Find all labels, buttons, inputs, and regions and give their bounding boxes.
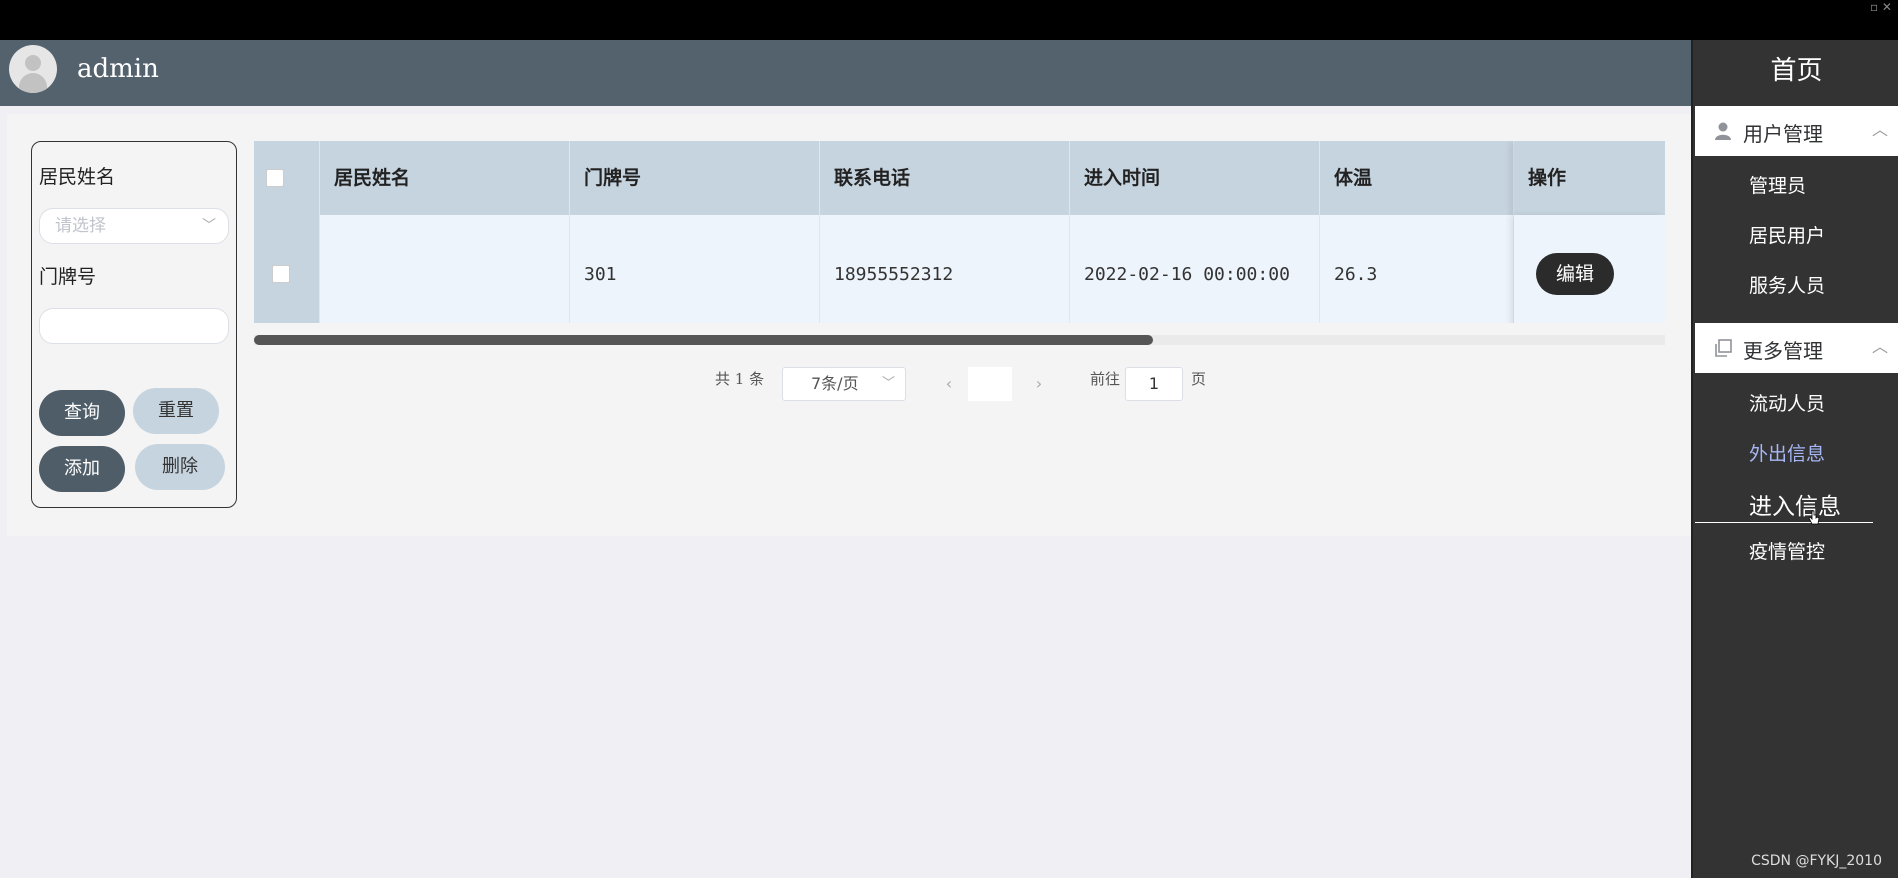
hand-cursor-icon [1808, 510, 1820, 525]
sidebar-nav: 首页 用户管理 ︿ 管理员 居民用户 服务人员 更多管理 ︿ 流动人员 外出信息… [1691, 40, 1898, 878]
chevron-up-icon: ︿ [1871, 337, 1888, 356]
page-size-value: 7条/页 [811, 374, 859, 393]
sidebar-group-user-management[interactable]: 用户管理 ︿ [1695, 106, 1898, 156]
avatar-head-shape [25, 55, 41, 71]
reset-button[interactable]: 重置 [133, 388, 219, 434]
column-door-number[interactable]: 门牌号 [570, 141, 820, 215]
data-table: 居民姓名 门牌号 联系电话 进入时间 体温 操作 301 18955552312… [254, 141, 1665, 323]
cell-door-number: 301 [570, 215, 820, 323]
sidebar-group-label: 用户管理 [1743, 122, 1823, 146]
delete-button[interactable]: 删除 [135, 444, 225, 490]
avatar[interactable] [9, 45, 57, 93]
current-page-number[interactable] [968, 367, 1012, 401]
sidebar-item-outgoing-info[interactable]: 外出信息 [1749, 439, 1825, 466]
edit-button[interactable]: 编辑 [1536, 253, 1614, 295]
sidebar-item-epidemic-control[interactable]: 疫情管控 [1749, 537, 1825, 564]
cell-action: 编辑 [1514, 215, 1665, 323]
table-row: 301 18955552312 2022-02-16 00:00:00 26.3… [254, 215, 1665, 323]
prev-page-button[interactable]: ‹ [930, 367, 968, 401]
app-header: admin [0, 40, 1691, 106]
select-all-checkbox[interactable] [266, 169, 284, 187]
sidebar-group-label: 更多管理 [1743, 339, 1823, 363]
page-size-select[interactable]: 7条/页 ﹀ [782, 367, 906, 401]
chevron-down-icon: ﹀ [202, 218, 216, 234]
pagination-total: 共 1 条 [715, 370, 765, 388]
column-phone[interactable]: 联系电话 [820, 141, 1070, 215]
add-button[interactable]: 添加 [39, 446, 125, 492]
chevron-up-icon: ︿ [1871, 120, 1888, 139]
sidebar-group-more-management[interactable]: 更多管理 ︿ [1695, 323, 1898, 373]
resident-name-select[interactable]: 请选择 ﹀ [39, 208, 229, 244]
user-icon [1715, 122, 1731, 140]
watermark: CSDN @FYKJ_2010 [1751, 853, 1882, 869]
sidebar-item-entry-info[interactable]: 进入信息 [1749, 487, 1841, 521]
sidebar-item-admins[interactable]: 管理员 [1749, 171, 1806, 198]
column-action: 操作 [1514, 141, 1665, 215]
sidebar-item-floating-population[interactable]: 流动人员 [1749, 389, 1825, 416]
username: admin [77, 54, 159, 84]
cell-phone: 18955552312 [820, 215, 1070, 323]
hover-underline [1695, 522, 1873, 523]
avatar-body-shape [19, 73, 47, 93]
column-temperature[interactable]: 体温 [1320, 141, 1514, 215]
sidebar-home[interactable]: 首页 [1693, 50, 1898, 87]
scrollbar-thumb[interactable] [254, 335, 1153, 345]
column-resident-name[interactable]: 居民姓名 [320, 141, 570, 215]
row-checkbox[interactable] [272, 265, 290, 283]
page-suffix-label: 页 [1191, 370, 1207, 388]
resident-name-placeholder: 请选择 [55, 216, 106, 236]
next-page-button[interactable]: › [1020, 367, 1058, 401]
goto-label: 前往 [1090, 370, 1121, 388]
window-controls[interactable]: ▫ ✕ [1870, 0, 1892, 14]
copy-icon [1715, 339, 1732, 357]
cell-temperature: 26.3 [1320, 215, 1514, 323]
door-number-input[interactable] [39, 308, 229, 344]
table-horizontal-scrollbar[interactable] [254, 335, 1665, 345]
sidebar-item-residents[interactable]: 居民用户 [1749, 221, 1825, 248]
row-checkbox-cell [254, 215, 320, 323]
resident-name-label: 居民姓名 [39, 166, 116, 188]
column-entry-time[interactable]: 进入时间 [1070, 141, 1320, 215]
chevron-down-icon: ﹀ [881, 376, 895, 391]
main-content: 居民姓名 请选择 ﹀ 门牌号 查询 重置 添加 删除 居民姓名 门牌号 联系电话… [7, 114, 1691, 536]
query-button[interactable]: 查询 [39, 390, 125, 436]
goto-page-input[interactable]: 1 [1125, 367, 1183, 401]
sidebar-item-service-staff[interactable]: 服务人员 [1749, 271, 1825, 298]
cell-resident-name [320, 215, 570, 323]
table-header: 居民姓名 门牌号 联系电话 进入时间 体温 操作 [254, 141, 1665, 215]
cell-entry-time: 2022-02-16 00:00:00 [1070, 215, 1320, 323]
window-titlebar: ▫ ✕ [0, 0, 1898, 40]
filter-panel: 居民姓名 请选择 ﹀ 门牌号 查询 重置 添加 删除 [31, 141, 237, 508]
header-checkbox-cell [254, 141, 320, 215]
door-number-label: 门牌号 [39, 266, 97, 288]
